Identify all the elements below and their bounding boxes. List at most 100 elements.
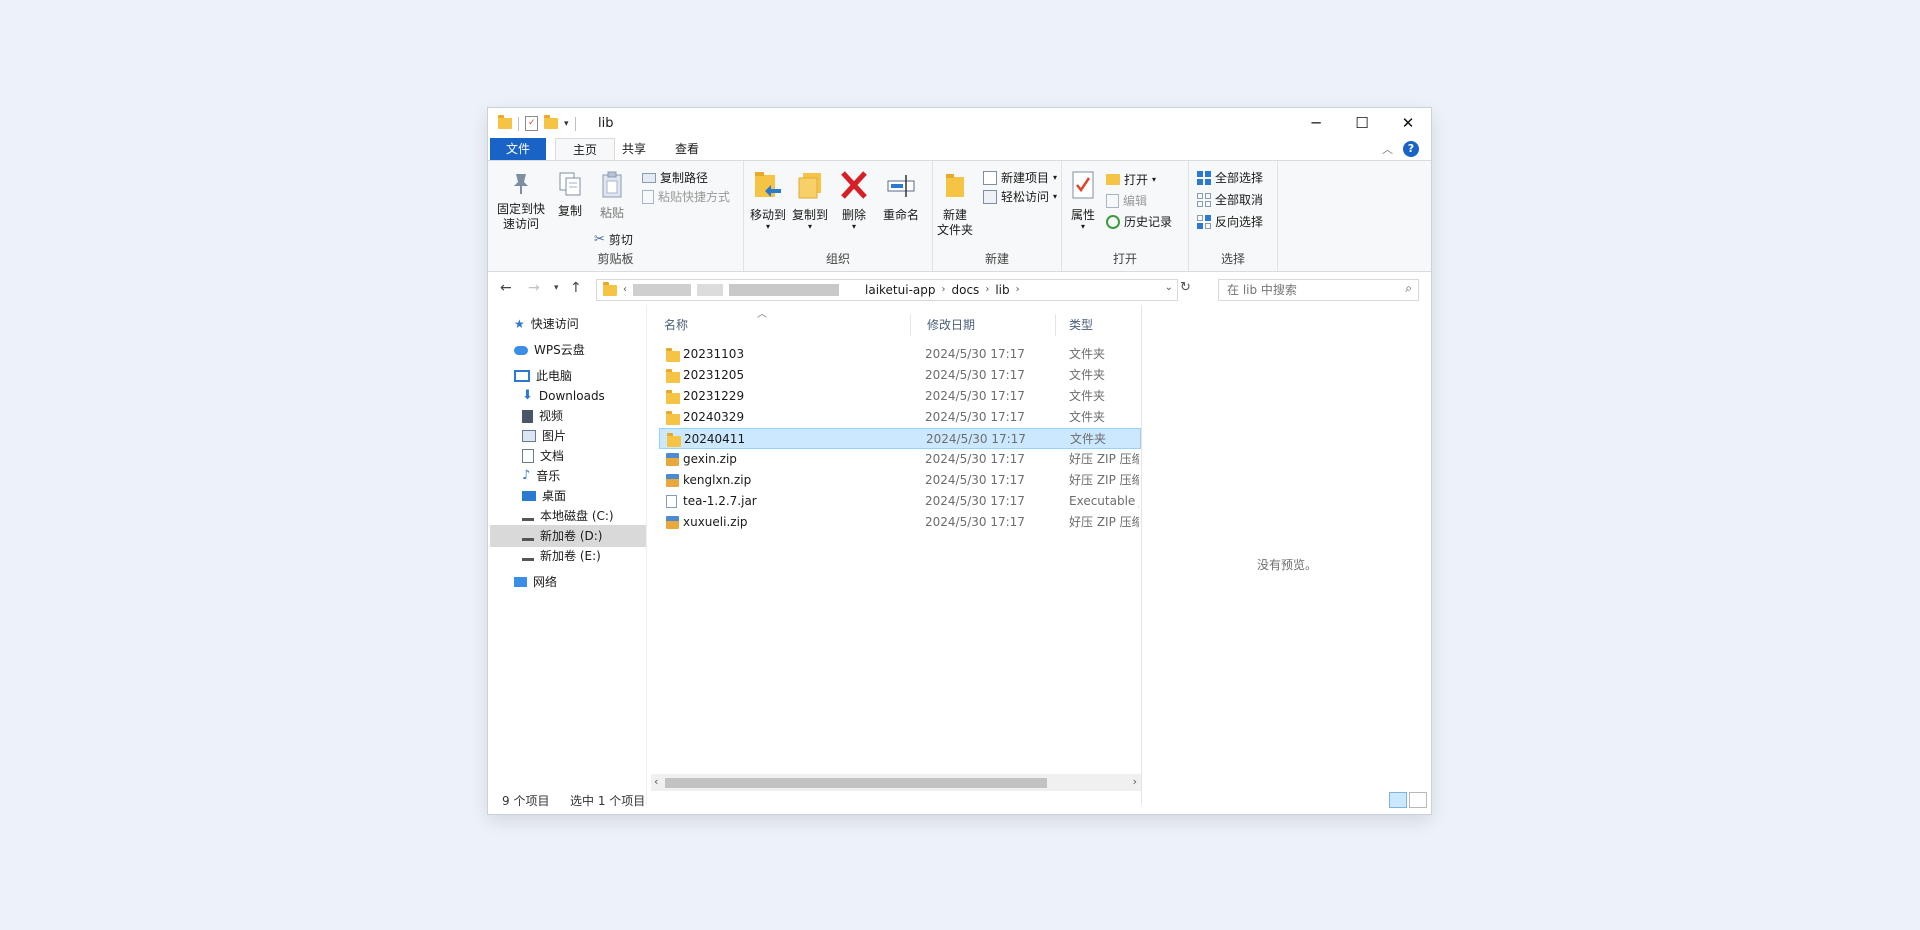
nav-item-this-pc[interactable]: 此电脑 [514,365,572,387]
chevron-right-icon[interactable]: › [942,280,946,300]
file-date: 2024/5/30 17:17 [925,368,1025,382]
nav-item-drive-c[interactable]: 本地磁盘 (C:) [522,505,614,527]
invert-selection-button[interactable]: 反向选择 [1197,213,1263,230]
nav-item-drive-e[interactable]: 新加卷 (E:) [522,545,601,567]
delete-button[interactable]: 删除 ▾ [836,169,872,231]
pin-quick-access-button[interactable]: 固定到快速访问 [496,171,546,232]
file-name: gexin.zip [683,452,737,466]
search-icon[interactable]: ⌕ [1405,281,1412,296]
easy-access-button[interactable]: 轻松访问 ▾ [983,188,1057,205]
file-row[interactable]: 20231229 2024/5/30 17:17 文件夹 [659,386,1141,407]
breadcrumb-item[interactable]: lib [995,280,1009,300]
move-to-button[interactable]: 移动到 ▾ [748,169,788,231]
recent-locations-icon[interactable]: ▾ [554,283,559,293]
help-icon[interactable]: ? [1403,141,1419,157]
nav-item-network[interactable]: 网络 [514,571,557,593]
properties-button[interactable]: 属性 ▾ [1066,169,1100,231]
tab-share[interactable]: 共享 [610,138,658,160]
file-name: kenglxn.zip [683,473,752,487]
forward-arrow-icon[interactable]: → [528,280,540,296]
details-view-icon[interactable] [1389,792,1407,808]
file-name: 20240329 [683,410,745,424]
chevron-right-icon[interactable]: › [985,280,989,300]
select-all-button[interactable]: 全部选择 [1197,169,1263,186]
item-count: 9 个项目 [502,794,550,808]
tab-file[interactable]: 文件 [490,138,546,160]
tab-home[interactable]: 主页 [555,138,615,161]
new-folder-icon[interactable] [544,115,558,129]
file-row[interactable]: kenglxn.zip 2024/5/30 17:17 好压 ZIP 压缩文件 [659,470,1141,491]
nav-item-pictures[interactable]: 图片 [522,425,566,447]
breadcrumb-item[interactable]: laiketui-app [865,280,936,300]
large-icons-view-icon[interactable] [1409,792,1427,808]
nav-label: 音乐 [536,469,561,483]
nav-item-desktop[interactable]: 桌面 [522,485,566,507]
back-arrow-icon[interactable]: ← [500,280,512,296]
copy-button[interactable]: 复制 [552,171,588,219]
paste-shortcut-button[interactable]: 粘贴快捷方式 [642,188,730,205]
paste-label: 粘贴 [599,206,624,220]
nav-item-downloads[interactable]: ⬇ Downloads [522,385,605,407]
select-none-button[interactable]: 全部取消 [1197,191,1263,208]
breadcrumb-item[interactable]: docs [952,280,980,300]
up-arrow-icon[interactable]: ↑ [570,280,582,296]
cloud-icon [514,345,528,355]
cut-button[interactable]: ✂ 剪切 [594,231,633,248]
open-folder-icon [1106,174,1120,185]
move-to-icon [755,172,781,197]
nav-item-videos[interactable]: 视频 [522,405,563,427]
minimize-button[interactable]: ─ [1293,108,1339,138]
redacted-path-segment [633,284,691,296]
collapse-ribbon-icon[interactable]: ︿ [1382,141,1393,157]
nav-item-drive-d[interactable]: 新加卷 (D:) [490,525,646,547]
nav-item-quick-access[interactable]: ★ 快速访问 [514,313,579,335]
copy-to-button[interactable]: 复制到 ▾ [790,169,830,231]
edit-icon [1106,193,1119,208]
edit-button[interactable]: 编辑 [1106,192,1147,209]
copy-to-label: 复制到 [791,208,828,222]
nav-item-wps-cloud[interactable]: WPS云盘 [514,339,585,361]
paste-button[interactable]: 粘贴 [594,171,630,221]
rename-button[interactable]: 重命名 [878,169,924,223]
chevron-right-icon[interactable]: › [1016,280,1020,300]
file-row[interactable]: 20240329 2024/5/30 17:17 文件夹 [659,407,1141,428]
scroll-right-icon[interactable]: › [1133,775,1137,788]
edit-label: 编辑 [1123,194,1148,208]
chevron-down-icon[interactable]: ▾ [564,119,569,129]
column-header-type[interactable]: 类型 [1069,314,1093,336]
column-divider[interactable] [910,314,911,336]
copy-path-button[interactable]: 复制路径 [642,169,708,186]
maximize-button[interactable]: ☐ [1339,108,1385,138]
nav-item-documents[interactable]: 文档 [522,445,564,467]
column-divider[interactable] [1055,314,1056,336]
file-row[interactable]: tea-1.2.7.jar 2024/5/30 17:17 Executable J… [659,491,1141,512]
close-button[interactable]: ✕ [1385,108,1431,138]
nav-item-music[interactable]: ♪ 音乐 [522,465,560,487]
paste-shortcut-label: 粘贴快捷方式 [658,190,731,204]
file-row[interactable]: 20231205 2024/5/30 17:17 文件夹 [659,365,1141,386]
file-row[interactable]: 20240411 2024/5/30 17:17 文件夹 [659,428,1141,449]
file-row[interactable]: xuxueli.zip 2024/5/30 17:17 好压 ZIP 压缩文件 [659,512,1141,533]
tab-view[interactable]: 查看 [663,138,711,160]
select-all-label: 全部选择 [1215,171,1264,185]
column-header-date[interactable]: 修改日期 [927,314,975,336]
address-bar[interactable]: ‹ laiketui-app › docs › lib › ⌄ [596,279,1178,301]
delete-label: 删除 [841,208,866,222]
file-type: 文件夹 [1069,410,1106,424]
column-header-name[interactable]: 名称 [664,314,688,336]
scroll-left-icon[interactable]: ‹ [654,775,658,788]
file-row[interactable]: 20231103 2024/5/30 17:17 文件夹 [659,344,1141,365]
address-dropdown-icon[interactable]: ⌄ [1165,282,1173,293]
new-item-button[interactable]: 新建项目 ▾ [983,169,1057,186]
chevron-left-icon[interactable]: ‹ [623,280,627,300]
open-button[interactable]: 打开 ▾ [1106,171,1156,188]
file-row[interactable]: gexin.zip 2024/5/30 17:17 好压 ZIP 压缩文件 [659,449,1141,470]
history-button[interactable]: 历史记录 [1106,213,1172,230]
search-box[interactable]: ⌕ [1218,279,1419,301]
properties-icon[interactable]: ✓ [525,116,538,131]
refresh-icon[interactable]: ↻ [1180,280,1194,298]
search-input[interactable] [1225,282,1389,298]
new-folder-button[interactable]: 新建 文件夹 [937,169,973,238]
scrollbar-thumb[interactable] [665,778,1047,788]
file-type: 文件夹 [1069,368,1106,382]
